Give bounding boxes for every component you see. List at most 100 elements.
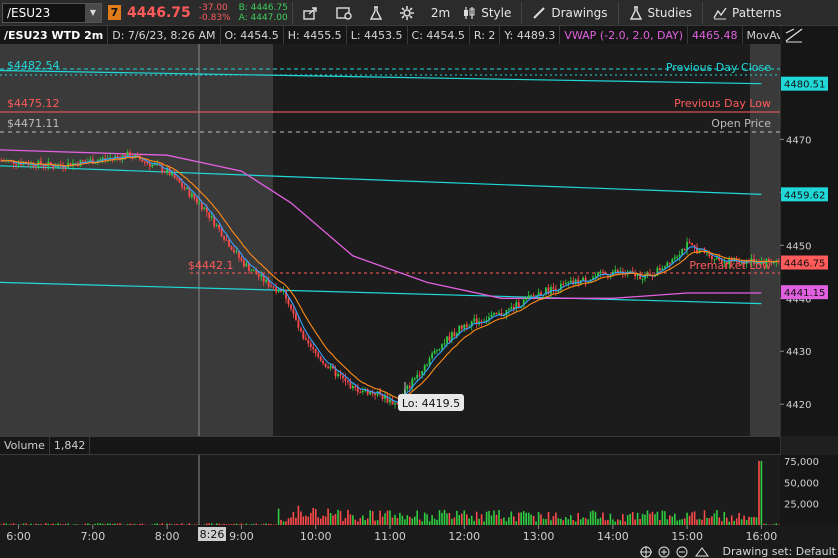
candle-body (245, 263, 248, 267)
vwap-study-label[interactable]: VWAP (-2.0, 2.0, DAY) (560, 26, 689, 44)
chart-toolbar: /ESU23 ▼ 7 4446.75 -37.00 -0.83% B: 4446… (0, 0, 838, 26)
reset-zoom-icon[interactable] (695, 547, 709, 557)
candle-body (594, 276, 597, 278)
flask-button[interactable] (363, 2, 394, 24)
candle-body (339, 374, 342, 376)
volume-axis-ticks: 75,000 50,000 25,000 (784, 457, 819, 511)
volume-bar (763, 523, 765, 525)
candle-body (389, 399, 391, 403)
divider (521, 1, 523, 24)
timeframe-button[interactable]: 2m (425, 2, 456, 24)
volume-bar (129, 523, 131, 525)
time-tick-label: 16:00 (746, 530, 778, 543)
volume-bar (438, 510, 441, 525)
volume-bar (77, 524, 79, 525)
zoom-out-icon[interactable] (676, 546, 688, 558)
volume-bar (206, 523, 208, 525)
candle-body (441, 344, 443, 350)
volume-bar (567, 519, 570, 525)
candle-body (738, 262, 740, 264)
candle-body (453, 332, 456, 337)
volume-bar (166, 523, 168, 525)
candle-body (228, 239, 230, 247)
candle-body (443, 343, 446, 345)
volume-bar (594, 511, 597, 525)
link-group-badge[interactable]: 7 (108, 5, 121, 20)
volume-bar (733, 520, 735, 525)
volume-bar (406, 515, 409, 525)
zoom-in-icon[interactable] (658, 546, 670, 558)
candle-body (394, 402, 396, 405)
movavg-study-label[interactable]: MovAvg... (743, 26, 780, 44)
price-badge-label: 4446.75 (784, 259, 825, 270)
settings-button[interactable] (394, 2, 425, 24)
volume-bar (735, 518, 738, 525)
volume-bar (468, 518, 470, 525)
volume-bar (290, 517, 292, 525)
style-button[interactable]: Style (456, 2, 517, 24)
volume-bar (740, 519, 743, 525)
volume-bar (104, 524, 106, 525)
volume-bar (30, 523, 32, 525)
candle-body (200, 202, 203, 210)
volume-bar (52, 523, 54, 525)
open-price-value-label: $4471.11 (7, 117, 60, 130)
candle-body (141, 159, 144, 162)
volume-bar (225, 524, 228, 525)
volume-bar (332, 515, 334, 525)
symbol-dropdown-icon[interactable]: ▼ (85, 3, 101, 22)
volume-bar (473, 520, 475, 525)
volume-bar (629, 513, 631, 525)
volume-bar (745, 520, 748, 525)
volume-bar (233, 524, 235, 525)
volume-bar (483, 521, 485, 525)
volume-bar (701, 519, 703, 525)
studies-label: Studies (647, 5, 693, 20)
compare-button[interactable] (330, 2, 363, 24)
volume-bar (589, 511, 592, 525)
y-value: Y: 4489.3 (500, 26, 561, 44)
patterns-button[interactable]: Patterns (707, 2, 787, 24)
candle-body (716, 257, 718, 259)
volume-bar (84, 523, 87, 525)
volume-bar (50, 524, 52, 525)
price-chart[interactable]: $4482.54 Previous Day Close $4475.12 Pre… (0, 44, 838, 546)
volume-bar (203, 524, 206, 525)
candle-body (490, 314, 493, 318)
volume-study-label[interactable]: Volume (0, 437, 50, 454)
candle-body (599, 271, 602, 273)
volume-bar (418, 519, 421, 525)
volume-bar (599, 517, 602, 525)
crosshair-icon[interactable] (640, 546, 652, 558)
volume-bar (339, 510, 342, 525)
candle-body (210, 216, 213, 218)
volume-bar (651, 511, 654, 525)
symbol-input[interactable]: /ESU23 ▼ (2, 2, 102, 23)
candle-body (673, 257, 676, 259)
volume-bar (631, 512, 634, 525)
price-tick-label: 4430 (786, 347, 811, 358)
volume-bar (703, 510, 706, 525)
range-value: R: 2 (470, 26, 501, 44)
candle-body (711, 256, 713, 260)
candle-body (275, 287, 277, 292)
volume-bar (726, 517, 728, 525)
volume-bar (173, 524, 176, 525)
candle-body (465, 324, 468, 328)
candle-body (153, 164, 156, 166)
candle (141, 159, 144, 163)
volume-bar (218, 523, 220, 525)
low-callout-text: Lo: 4419.5 (402, 397, 460, 410)
volume-bar (126, 524, 129, 525)
volume-bar (322, 515, 324, 525)
drawing-set-label[interactable]: Drawing set: Default (723, 545, 836, 558)
time-tick-label: 12:00 (448, 530, 480, 543)
candle-body (181, 182, 183, 187)
volume-bar (314, 509, 317, 525)
drawings-button[interactable]: Drawings (526, 2, 613, 24)
studies-button[interactable]: Studies (623, 2, 699, 24)
share-button[interactable] (297, 2, 330, 24)
candle-body (659, 268, 661, 271)
candle-body (257, 274, 260, 277)
volume-bar (139, 524, 141, 525)
